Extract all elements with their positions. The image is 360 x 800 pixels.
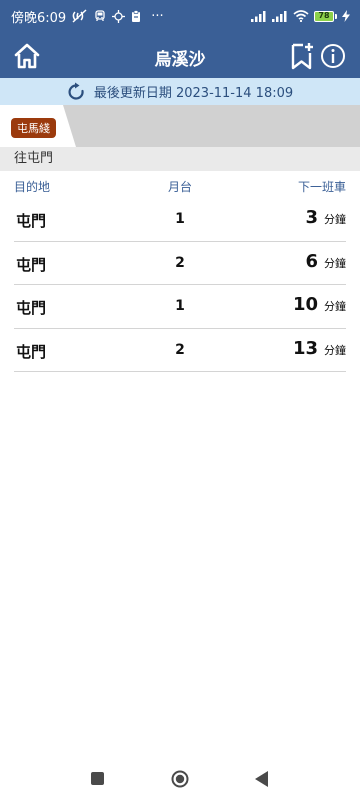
info-icon [321, 44, 345, 68]
train-eta: 3 分鐘 [305, 207, 346, 228]
column-next-train: 下一班車 [297, 180, 346, 194]
train-eta: 13 分鐘 [293, 338, 346, 359]
refresh-icon[interactable] [67, 82, 87, 102]
clipboard-icon [131, 10, 141, 22]
nfc-off-icon [72, 9, 88, 23]
train-destination: 屯門 [16, 342, 47, 361]
info-button[interactable] [320, 43, 346, 69]
train-destination: 屯門 [16, 255, 47, 274]
eta-minutes: 6 [305, 250, 318, 272]
train-list: 屯門 1 3 分鐘 屯門 2 6 分鐘 屯門 1 10 分鐘 屯門 2 13 分鐘 [14, 198, 346, 372]
battery-level: 78 [318, 11, 330, 20]
car-icon [94, 10, 106, 22]
column-destination: 目的地 [14, 180, 51, 194]
train-platform: 2 [175, 341, 185, 358]
train-eta: 6 分鐘 [305, 251, 346, 272]
eta-minutes: 3 [305, 207, 318, 228]
eta-unit: 分鐘 [324, 213, 346, 226]
header: 傍晚6:09 ··· 78 烏溪沙 [0, 0, 360, 78]
nav-home-button[interactable] [171, 770, 189, 788]
train-row: 屯門 1 10 分鐘 [14, 285, 346, 329]
more-notifications: ··· [151, 8, 164, 24]
line-tab-bar: 屯馬綫 [0, 105, 360, 147]
signal-icon-2 [272, 7, 288, 26]
eta-unit: 分鐘 [324, 300, 346, 313]
last-updated-text: 最後更新日期 2023-11-14 18:09 [93, 86, 294, 101]
bookmark-add-icon [291, 43, 313, 70]
add-bookmark-button[interactable] [290, 42, 316, 70]
train-platform: 1 [175, 211, 185, 227]
column-headers: 目的地 月台 下一班車 [0, 174, 360, 196]
signal-icon [251, 7, 267, 26]
back-button[interactable] [255, 771, 269, 787]
train-destination: 屯門 [16, 299, 47, 317]
recent-apps-button[interactable] [91, 772, 104, 785]
train-row: 屯門 1 3 分鐘 [14, 198, 346, 242]
status-bar: 傍晚6:09 ··· 78 [0, 0, 360, 32]
eta-unit: 分鐘 [324, 343, 346, 357]
charging-icon [342, 7, 350, 26]
location-target-icon [112, 9, 126, 23]
train-platform: 2 [175, 254, 185, 271]
train-eta: 10 分鐘 [293, 294, 346, 315]
system-nav-bar [0, 760, 360, 800]
status-time: 傍晚6:09 [11, 10, 67, 26]
battery-icon: 78 [314, 10, 337, 22]
train-destination: 屯門 [16, 212, 47, 230]
app-bar: 烏溪沙 [0, 32, 360, 78]
eta-unit: 分鐘 [324, 256, 346, 270]
line-badge[interactable]: 屯馬綫 [11, 118, 56, 138]
wifi-icon [293, 7, 309, 26]
train-row: 屯門 2 6 分鐘 [14, 242, 346, 285]
direction-header: 往屯門 [0, 147, 360, 171]
eta-minutes: 13 [292, 337, 318, 359]
train-platform: 1 [175, 298, 185, 314]
train-row: 屯門 2 13 分鐘 [14, 329, 346, 372]
last-updated-bar: 最後更新日期 2023-11-14 18:09 [0, 78, 360, 105]
eta-minutes: 10 [292, 294, 318, 315]
column-platform: 月台 [167, 180, 193, 194]
